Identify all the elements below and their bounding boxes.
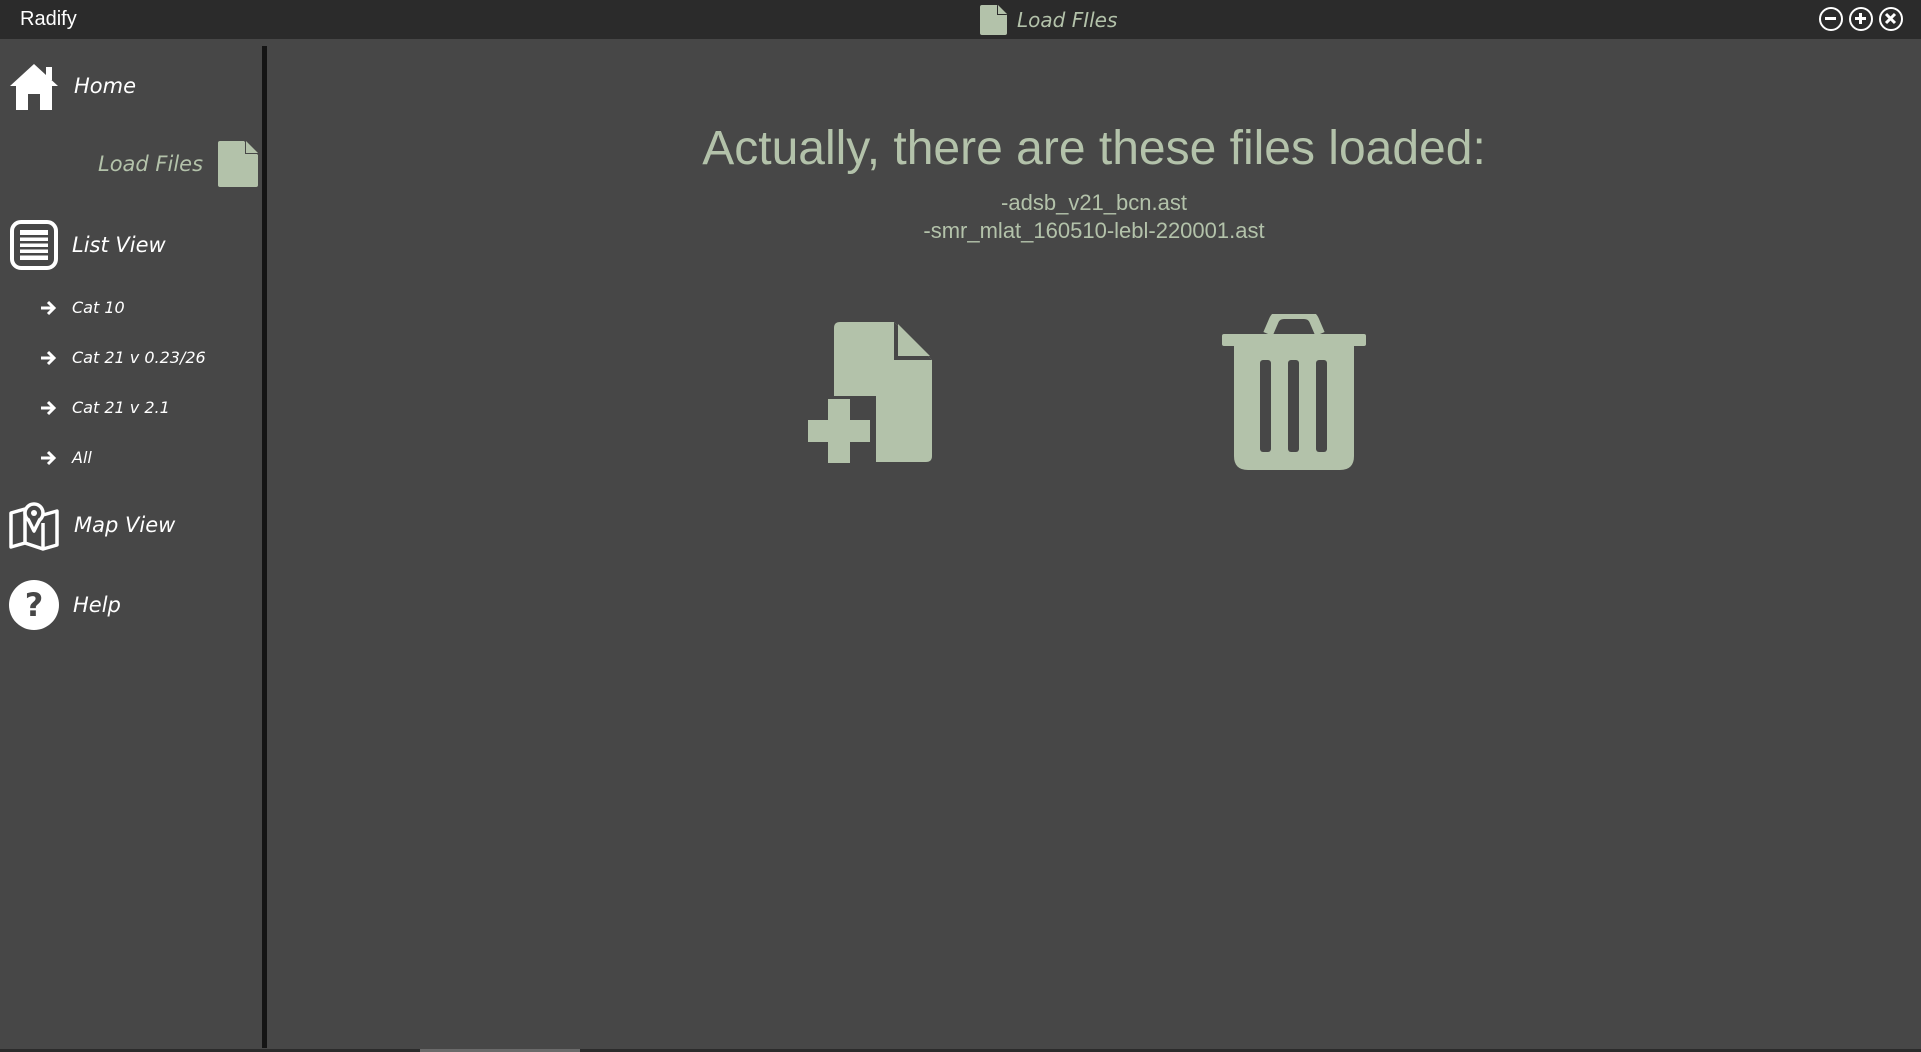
minimize-icon (1825, 17, 1836, 20)
sidebar-subitem-cat21-v023[interactable]: Cat 21 v 0.23/26 (39, 348, 206, 367)
list-item: -adsb_v21_bcn.ast (1001, 190, 1187, 215)
title-bar: Radify Load FIles (0, 0, 1921, 39)
minimize-button[interactable] (1819, 7, 1843, 31)
arrow-right-icon (39, 349, 57, 367)
page-title: Actually, there are these files loaded: (702, 122, 1486, 175)
window-controls (1819, 7, 1903, 31)
maximize-button[interactable] (1849, 7, 1873, 31)
arrow-right-icon (39, 299, 57, 317)
maximize-icon (1855, 13, 1866, 24)
svg-text:?: ? (25, 586, 44, 624)
sidebar-item-load-files[interactable]: Load Files (98, 141, 259, 187)
arrow-right-icon (39, 449, 57, 467)
add-file-icon (808, 322, 932, 466)
sidebar-subitem-label: Cat 10 (72, 298, 125, 317)
home-icon (8, 60, 60, 112)
delete-files-button[interactable] (1222, 309, 1366, 478)
list-icon (10, 220, 58, 270)
loaded-files-list: -adsb_v21_bcn.ast -smr_mlat_160510-lebl-… (267, 189, 1921, 245)
sidebar-subitem-label: Cat 21 v 2.1 (72, 398, 170, 417)
close-icon (1884, 12, 1897, 25)
sidebar-subitem-cat21-v21[interactable]: Cat 21 v 2.1 (39, 398, 170, 417)
sidebar-item-label: Home (74, 74, 137, 98)
trash-icon (1222, 309, 1366, 470)
sidebar-item-map-view[interactable]: Map View (8, 499, 175, 551)
sidebar-subitem-label: All (72, 448, 92, 467)
sidebar-subitem-label: Cat 21 v 0.23/26 (72, 348, 206, 367)
window-title-group: Load FIles (980, 4, 1117, 36)
sidebar-item-label: Map View (74, 513, 176, 537)
sidebar-item-label: Help (73, 593, 121, 617)
map-pin-icon (8, 499, 60, 551)
sidebar-item-help[interactable]: ? Help (9, 580, 121, 630)
sidebar-subitem-cat10[interactable]: Cat 10 (39, 298, 125, 317)
window-title: Load FIles (1017, 8, 1118, 32)
sidebar-item-label: Load Files (98, 152, 204, 176)
main-content: Actually, there are these files loaded: … (267, 39, 1921, 1049)
document-icon (218, 141, 259, 187)
arrow-right-icon (39, 399, 57, 417)
help-icon: ? (9, 580, 59, 630)
sidebar-item-list-view[interactable]: List View (10, 220, 166, 270)
document-icon (980, 5, 1007, 35)
sidebar-subitem-all[interactable]: All (39, 448, 92, 467)
sidebar-item-label: List View (72, 233, 166, 257)
app-title: Radify (20, 8, 77, 30)
add-file-button[interactable] (808, 322, 958, 470)
close-button[interactable] (1879, 7, 1903, 31)
sidebar-item-home[interactable]: Home (8, 60, 136, 112)
list-item: -smr_mlat_160510-lebl-220001.ast (923, 218, 1265, 243)
sidebar: Home Load Files List View Cat 10 Cat 21 … (0, 39, 262, 1049)
